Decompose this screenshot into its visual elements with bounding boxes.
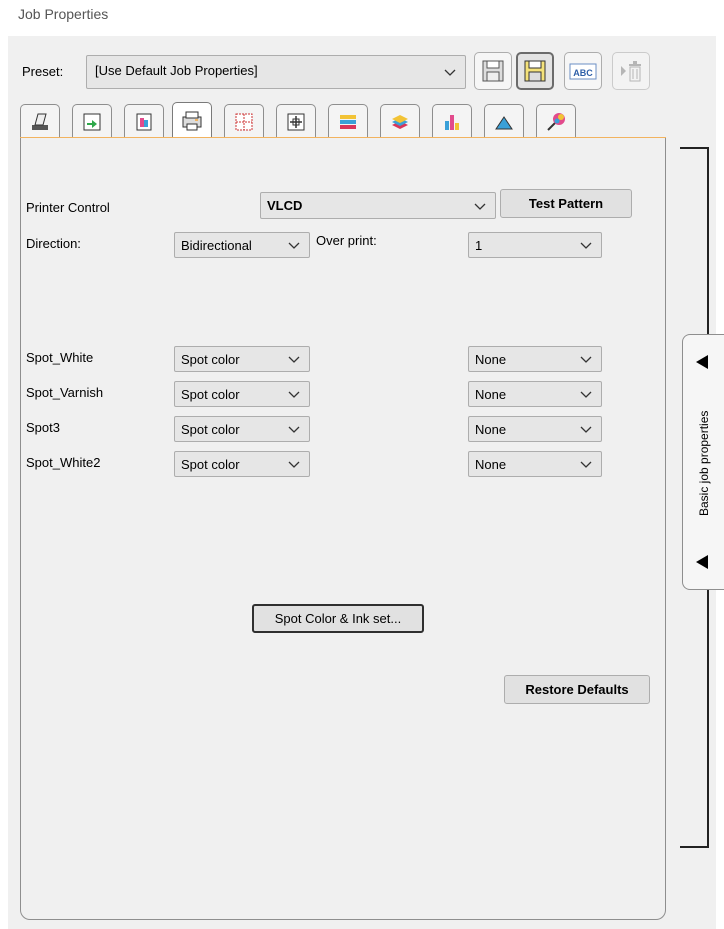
window-title: Job Properties (18, 6, 109, 22)
side-bracket (680, 147, 708, 149)
spot-option-select[interactable]: None (468, 346, 602, 372)
test-pattern-button[interactable]: Test Pattern (500, 189, 632, 218)
side-bracket (680, 846, 708, 848)
tab-layer[interactable] (328, 104, 368, 138)
direction-select[interactable]: Bidirectional (174, 232, 310, 258)
chevron-down-icon (444, 69, 456, 76)
svg-text:ABC: ABC (573, 68, 593, 78)
chevron-down-icon (288, 461, 300, 468)
chevron-down-icon (580, 391, 592, 398)
chevron-down-icon (288, 391, 300, 398)
delete-preset-button[interactable] (612, 52, 650, 90)
spot-option-value: None (475, 457, 507, 472)
spot-mode-select[interactable]: Spot color (174, 416, 310, 442)
spot-name: Spot_White (26, 350, 94, 365)
spot-option-select[interactable]: None (468, 381, 602, 407)
tab-transform[interactable] (276, 104, 316, 138)
spot-mode-select[interactable]: Spot color (174, 381, 310, 407)
spot-option-value: None (475, 422, 507, 437)
preset-select[interactable]: [Use Default Job Properties] (86, 55, 466, 89)
printer-control-select[interactable]: VLCD (260, 192, 496, 219)
spot-mode-value: Spot color (181, 457, 240, 472)
tab-color-management[interactable] (124, 104, 164, 138)
tab-cutting[interactable] (484, 104, 524, 138)
chevron-down-icon (288, 356, 300, 363)
spot-option-select[interactable]: None (468, 416, 602, 442)
save-preset-button[interactable] (474, 52, 512, 90)
layout-icon (83, 113, 101, 130)
tab-tiling[interactable] (224, 104, 264, 138)
chevron-down-icon (288, 426, 300, 433)
overprint-select[interactable]: 1 (468, 232, 602, 258)
chevron-down-icon (474, 203, 486, 210)
ink-stack-icon (392, 114, 408, 129)
tiling-icon (235, 113, 253, 130)
printer-control-label: Printer Control (26, 200, 110, 215)
restore-defaults-button[interactable]: Restore Defaults (504, 675, 650, 704)
overprint-label: Over print: (316, 233, 377, 248)
tab-layout[interactable] (72, 104, 112, 138)
basic-job-properties-tab[interactable]: Basic job properties (682, 334, 724, 590)
tab-ink-stack[interactable] (380, 104, 420, 138)
tab-printer[interactable] (172, 102, 212, 138)
tab-color-picker[interactable] (536, 104, 576, 138)
preset-label: Preset: (22, 64, 64, 79)
spot-mode-select[interactable]: Spot color (174, 346, 310, 372)
save-as-preset-icon (524, 60, 546, 82)
spot-mode-value: Spot color (181, 352, 240, 367)
chevron-down-icon (580, 461, 592, 468)
printer-icon (182, 111, 202, 130)
spot-option-select[interactable]: None (468, 451, 602, 477)
chevron-down-icon (288, 242, 300, 249)
side-bracket (707, 147, 709, 335)
chevron-down-icon (580, 356, 592, 363)
spot-name: Spot_Varnish (26, 385, 104, 400)
color-picker-icon (547, 112, 565, 131)
spot-name: Spot_White2 (26, 455, 101, 470)
chevron-down-icon (580, 242, 592, 249)
media-icon (32, 113, 48, 130)
spot-mode-value: Spot color (181, 387, 240, 402)
save-as-preset-button[interactable] (516, 52, 554, 90)
direction-value: Bidirectional (181, 238, 252, 253)
tab-color-bars[interactable] (432, 104, 472, 138)
spot-option-value: None (475, 352, 507, 367)
save-preset-icon (482, 60, 504, 82)
spot-option-value: None (475, 387, 507, 402)
chevron-down-icon (580, 426, 592, 433)
spot-mode-value: Spot color (181, 422, 240, 437)
collapse-arrow-icon (696, 555, 708, 569)
printer-control-value: VLCD (267, 198, 303, 213)
tab-media[interactable] (20, 104, 60, 138)
color-management-icon (136, 113, 152, 130)
color-bars-icon (445, 114, 459, 130)
spot-mode-select[interactable]: Spot color (174, 451, 310, 477)
side-bracket (707, 589, 709, 848)
cutting-icon (495, 115, 513, 129)
overprint-value: 1 (475, 238, 483, 253)
preset-value: [Use Default Job Properties] (95, 63, 258, 78)
spot-color-ink-set-button[interactable]: Spot Color & Ink set... (252, 604, 424, 633)
side-tab-label: Basic job properties (697, 410, 711, 516)
delete-preset-icon (621, 61, 641, 82)
layer-icon (340, 114, 356, 129)
rename-preset-button[interactable]: ABC (564, 52, 602, 90)
direction-label: Direction: (26, 236, 81, 251)
transform-icon (287, 113, 305, 130)
rename-preset-icon: ABC (569, 63, 597, 80)
collapse-arrow-icon (696, 355, 708, 369)
spot-name: Spot3 (26, 420, 60, 435)
